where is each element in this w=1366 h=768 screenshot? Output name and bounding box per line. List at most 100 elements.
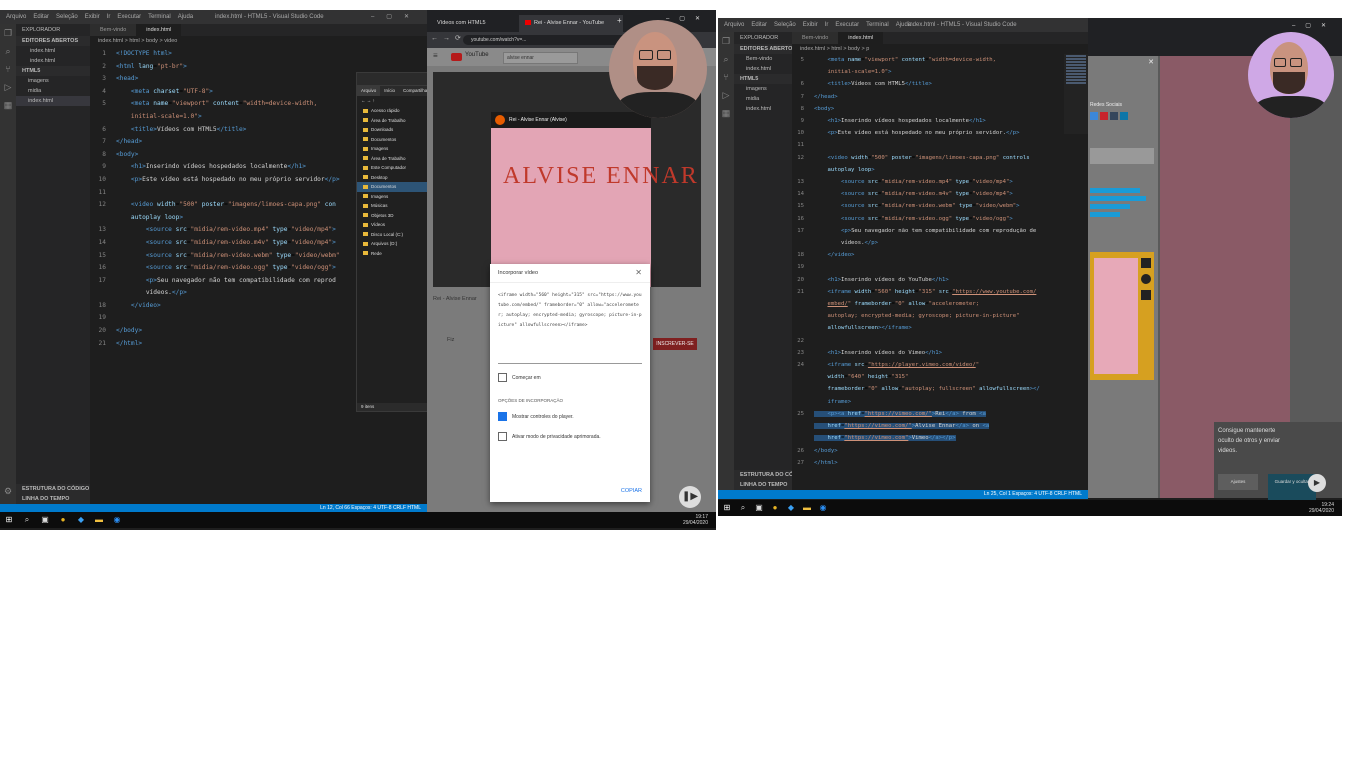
- tumblr-icon[interactable]: [1110, 112, 1118, 120]
- chrome-tab[interactable]: Vídeos com HTML5: [431, 15, 523, 32]
- vscode-menubar[interactable]: Arquivo Editar Seleção Exibir Ir Executar Term…: [0, 10, 427, 24]
- folder-item[interactable]: Disco Local (C:): [357, 230, 429, 240]
- code-line[interactable]: width="640" height="315": [792, 371, 1088, 383]
- search-icon[interactable]: ⌕: [22, 515, 32, 525]
- tree-item-imagens[interactable]: imagens: [16, 76, 90, 86]
- ribbon-tab-home[interactable]: Início: [380, 86, 399, 96]
- file-explorer-navbar[interactable]: ← → ↑: [357, 96, 429, 106]
- browser-window-controls[interactable]: –▢✕: [1292, 22, 1336, 29]
- folder-item[interactable]: Músicas: [357, 201, 429, 211]
- code-line[interactable]: 19: [792, 261, 1088, 273]
- vscode-taskbar-icon[interactable]: ◆: [76, 515, 86, 525]
- vimeo-video-preview[interactable]: [1090, 252, 1154, 380]
- code-line[interactable]: 1 <!DOCTYPE html>: [90, 48, 427, 61]
- folder-item[interactable]: Área de Trabalho: [357, 116, 429, 126]
- code-line[interactable]: href="https://vimeo.com/">Alvise Ennar</…: [792, 420, 1088, 432]
- edge-taskbar-icon[interactable]: ◉: [818, 503, 828, 513]
- code-line[interactable]: 12 <video width="500" poster="imagens/li…: [792, 152, 1088, 164]
- folder-item[interactable]: Arquivos (D:): [357, 239, 429, 249]
- recorder-icon[interactable]: ▶: [1308, 474, 1326, 492]
- debug-icon[interactable]: ▷: [718, 86, 734, 104]
- channel-name[interactable]: Fiz: [433, 335, 477, 346]
- edge-taskbar-icon[interactable]: ◉: [112, 515, 122, 525]
- tab-index[interactable]: index.html: [838, 32, 884, 44]
- folder-item[interactable]: Imagens: [357, 192, 429, 202]
- folder-item[interactable]: Imagens: [357, 144, 429, 154]
- start-at-checkbox[interactable]: [498, 373, 507, 383]
- menu-item[interactable]: Editar: [33, 14, 49, 20]
- folder-item[interactable]: Documentos: [357, 135, 429, 145]
- code-line[interactable]: allowfullscreen></iframe>: [792, 322, 1088, 334]
- code-line[interactable]: 7 </head>: [792, 91, 1088, 103]
- close-icon[interactable]: ✕: [1148, 58, 1154, 66]
- open-editor-item[interactable]: index.html: [16, 56, 90, 66]
- outline-header[interactable]: ESTRUTURA DO CÓDIGO: [734, 470, 792, 480]
- breadcrumb[interactable]: index.html > html > body > p: [792, 44, 1088, 54]
- cookie-settings-button[interactable]: Ajustes: [1218, 474, 1258, 490]
- menu-item[interactable]: Arquivo: [724, 22, 744, 28]
- chrome-taskbar-icon[interactable]: ●: [58, 515, 68, 525]
- tree-item-midia[interactable]: midia: [16, 86, 90, 96]
- embed-code-field[interactable]: [1090, 148, 1154, 164]
- timeline-header[interactable]: LINHA DO TEMPO: [734, 480, 792, 490]
- code-line[interactable]: embed/" frameborder="0" allow="accelerom…: [792, 298, 1088, 310]
- code-line[interactable]: 21 <iframe width="560" height="315" src=…: [792, 286, 1088, 298]
- code-line[interactable]: 13 <source src="midia/rem-video.mp4" typ…: [792, 176, 1088, 188]
- search-icon[interactable]: ⌕: [718, 50, 734, 68]
- open-editors-header[interactable]: EDITORES ABERTOS: [16, 36, 90, 46]
- system-clock[interactable]: 19:17 29/04/2020: [683, 514, 708, 526]
- status-info[interactable]: Ln 25, Col 1 Espaços: 4 UTF-8 CRLF HTML: [984, 490, 1082, 499]
- code-line[interactable]: 16 <source src="midia/rem-video.ogg" typ…: [792, 213, 1088, 225]
- window-controls[interactable]: –▢✕: [371, 10, 421, 24]
- code-line[interactable]: 10 <p>Este vídeo está hospedado no meu p…: [792, 127, 1088, 139]
- debug-icon[interactable]: ▷: [0, 78, 16, 96]
- pinterest-icon[interactable]: [1100, 112, 1108, 120]
- menu-item[interactable]: Exibir: [85, 14, 100, 20]
- source-control-icon[interactable]: ⑂: [718, 68, 734, 86]
- folder-item[interactable]: Acesso rápido: [357, 106, 429, 116]
- hamburger-icon[interactable]: ≡: [433, 51, 438, 60]
- search-icon[interactable]: ⌕: [0, 42, 16, 60]
- menu-item[interactable]: Executar: [117, 14, 141, 20]
- ribbon-tab-file[interactable]: Arquivo: [357, 86, 381, 96]
- code-line[interactable]: 23 <h1>Inserindo vídeos do Vimeo</h1>: [792, 347, 1088, 359]
- menu-item[interactable]: Terminal: [148, 14, 171, 20]
- folder-item[interactable]: Vídeos: [357, 220, 429, 230]
- code-line[interactable]: href="https://vimeo.com">Vimeo</a></p>: [792, 432, 1088, 444]
- recorder-icon[interactable]: ❚▶: [679, 486, 701, 508]
- folder-item[interactable]: Este Computador: [357, 163, 429, 173]
- code-line[interactable]: autoplay; encrypted-media; gyroscope; pi…: [792, 310, 1088, 322]
- code-line[interactable]: 25 <p><a href="https://vimeo.com/">Rei</…: [792, 408, 1088, 420]
- code-line[interactable]: 20 <h1>Inserindo vídeos do YouTube</h1>: [792, 274, 1088, 286]
- code-line[interactable]: 17 <p>Seu navegador não tem compatibilid…: [792, 225, 1088, 237]
- code-view[interactable]: 5 <meta name="viewport" content="width=d…: [792, 54, 1088, 469]
- privacy-mode-checkbox[interactable]: [498, 432, 507, 442]
- breadcrumb[interactable]: index.html > html > body > video: [90, 36, 427, 46]
- close-icon[interactable]: ✕: [635, 264, 642, 282]
- chrome-window-controls[interactable]: –▢✕: [666, 15, 710, 22]
- privacy-mode-option[interactable]: Ativar modo de privacidade aprimorada.: [498, 431, 642, 443]
- minimap[interactable]: [1064, 54, 1088, 134]
- search-icon[interactable]: ⌕: [738, 503, 748, 513]
- chrome-tab-active[interactable]: Rei - Alvise Ennar - YouTube: [519, 15, 623, 32]
- folder-taskbar-icon[interactable]: ▬: [94, 515, 104, 525]
- ribbon-tab-share[interactable]: Compartilhar: [399, 86, 429, 96]
- clock-icon[interactable]: [1141, 274, 1151, 284]
- code-line[interactable]: initial-scale=1.0">: [792, 66, 1088, 78]
- folder-item[interactable]: Documentos: [357, 182, 429, 192]
- twitter-icon[interactable]: [1090, 112, 1098, 120]
- editor-area[interactable]: Bem-vindo index.html index.html > html > …: [792, 32, 1088, 490]
- tree-item-index[interactable]: index.html: [734, 104, 792, 114]
- folder-header[interactable]: HTML5: [16, 66, 90, 76]
- menu-item[interactable]: Executar: [835, 22, 859, 28]
- code-line[interactable]: 8 <body>: [792, 103, 1088, 115]
- menu-item[interactable]: Ajuda: [178, 14, 193, 20]
- folder-taskbar-icon[interactable]: ▬: [802, 503, 812, 513]
- folder-item[interactable]: Objetos 3D: [357, 211, 429, 221]
- embed-code[interactable]: <iframe width="560" height="315" src="ht…: [498, 291, 642, 364]
- code-line[interactable]: autoplay loop>: [792, 164, 1088, 176]
- copy-button[interactable]: COPIAR: [621, 488, 642, 494]
- windows-start-icon[interactable]: ⊞: [4, 515, 14, 525]
- code-line[interactable]: 9 <h1>Inserindo vídeos hospedados localm…: [792, 115, 1088, 127]
- code-line[interactable]: 24 <iframe src="https://player.vimeo.com…: [792, 359, 1088, 371]
